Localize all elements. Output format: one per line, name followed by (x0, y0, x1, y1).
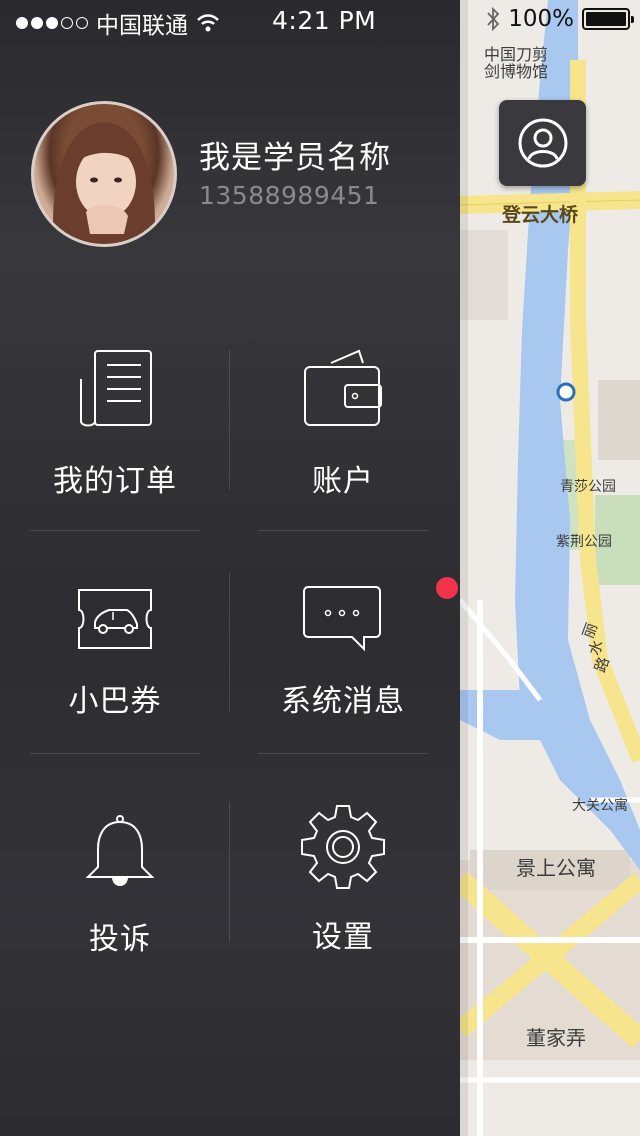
map-label: 紫荆公园 (556, 534, 612, 550)
bluetooth-icon (487, 7, 500, 31)
menu-item-account[interactable]: 账户 (233, 348, 453, 500)
profile-button[interactable] (499, 100, 586, 186)
bell-icon (85, 815, 155, 886)
menu-item-complaint[interactable]: 投诉 (10, 812, 230, 958)
wifi-icon (197, 14, 219, 32)
bus-ticket-icon (78, 589, 152, 649)
divider (258, 753, 428, 754)
signal-dots-icon (16, 17, 88, 29)
user-name: 我是学员名称 (199, 140, 391, 176)
divider (229, 572, 230, 712)
menu-item-label: 系统消息 (281, 684, 405, 719)
gear-icon (301, 805, 385, 889)
profile-icon (518, 118, 567, 168)
carrier-name: 中国联通 (96, 13, 188, 39)
map-label: 景上公寓 (516, 856, 596, 880)
divider (30, 530, 200, 531)
menu-item-bus-ticket[interactable]: 小巴券 (5, 584, 225, 720)
battery-icon (582, 8, 634, 30)
map-label: 登云大桥 (502, 204, 579, 226)
divider (258, 530, 428, 531)
menu-item-label: 我的订单 (53, 464, 177, 499)
status-bar: 中国联通 4:21 PM 100% (0, 0, 640, 40)
menu-item-label: 账户 (312, 464, 374, 499)
menu-item-settings[interactable]: 设置 (233, 804, 453, 956)
unread-badge (436, 577, 458, 599)
divider (229, 350, 230, 490)
orders-document-icon (80, 350, 152, 427)
map-label: 青莎公园 (560, 479, 616, 495)
map-label: 董家弄 (526, 1026, 586, 1050)
menu-item-label: 设置 (312, 920, 374, 955)
menu-item-label: 投诉 (89, 922, 151, 957)
avatar-photo (53, 122, 155, 244)
user-phone: 13588989451 (199, 181, 380, 210)
menu-item-orders[interactable]: 我的订单 (5, 348, 225, 500)
message-bubble-icon (303, 586, 381, 652)
map-label: 剑博物馆 (484, 62, 549, 81)
user-avatar[interactable] (31, 101, 177, 247)
map-label: 大关公寓 (572, 798, 628, 814)
battery-percent: 100% (508, 6, 574, 32)
menu-item-messages[interactable]: 系统消息 (233, 577, 458, 720)
divider (30, 753, 200, 754)
wallet-icon (304, 349, 382, 426)
status-time: 4:21 PM (272, 6, 377, 35)
menu-item-label: 小巴券 (68, 684, 162, 719)
